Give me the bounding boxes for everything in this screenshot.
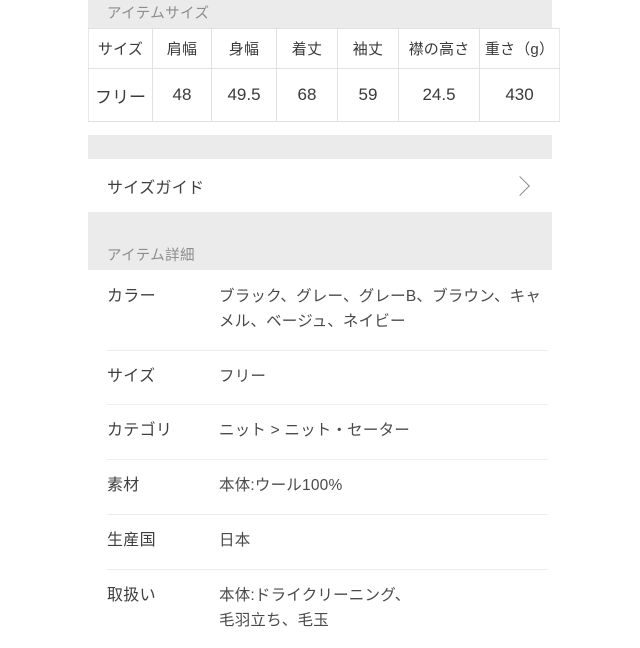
size-guide-row[interactable]: サイズガイド — [88, 159, 552, 212]
table-cell: 68 — [276, 68, 338, 122]
section-gap-band — [88, 135, 552, 159]
table-header-cell: 重さ（g） — [479, 28, 560, 69]
table-header-cell: 肩幅 — [152, 28, 212, 69]
table-header-cell: 袖丈 — [337, 28, 399, 69]
table-cell: 430 — [479, 68, 560, 122]
section-header-item-detail-label: アイテム詳細 — [107, 248, 195, 265]
item-size-table-head: サイズ 肩幅 身幅 着丈 袖丈 襟の高さ 重さ（g） — [88, 28, 560, 69]
detail-row: サイズ フリー — [88, 349, 552, 405]
detail-row-value: ニット > ニット・セーター — [219, 422, 410, 440]
table-cell: 48 — [152, 68, 212, 122]
table-header-cell: サイズ — [88, 28, 153, 69]
table-cell: 49.5 — [211, 68, 277, 122]
detail-row-label: カテゴリ — [107, 422, 173, 440]
detail-row: 素材 本体:ウール100% — [88, 459, 552, 514]
item-size-table: サイズ 肩幅 身幅 着丈 袖丈 襟の高さ 重さ（g） フリー 48 49.5 68 59 24.5 43… — [88, 28, 560, 122]
table-header-cell: 着丈 — [276, 28, 338, 69]
item-detail-list: カラー ブラック、グレー、グレーB、ブラウン、キャメル、ベージュ、ネイビーサイズ フ… — [88, 270, 552, 648]
table-header-row: サイズ 肩幅 身幅 着丈 袖丈 襟の高さ 重さ（g） — [88, 28, 560, 69]
detail-row-value: フリー — [219, 367, 267, 385]
table-header-cell: 襟の高さ — [398, 28, 480, 69]
detail-row-value: 本体:ウール100% — [219, 477, 343, 495]
detail-row-label: 取扱い — [107, 586, 156, 604]
section-header-item-size-label: アイテムサイズ — [107, 6, 210, 23]
item-size-table-body: フリー 48 49.5 68 59 24.5 430 — [88, 68, 560, 122]
table-header-cell: 身幅 — [211, 28, 277, 69]
detail-row: 取扱い 本体:ドライクリーニング、 毛羽立ち、毛玉 — [88, 568, 552, 648]
detail-row-value: 本体:ドライクリーニング、 毛羽立ち、毛玉 — [219, 586, 411, 629]
detail-row: カテゴリ ニット > ニット・セーター — [88, 404, 552, 460]
detail-row-label: カラー — [107, 288, 156, 305]
detail-row-value: ブラック、グレー、グレーB、ブラウン、キャメル、ベージュ、ネイビー — [219, 288, 542, 330]
chevron-right-icon — [510, 175, 530, 196]
table-cell: 24.5 — [398, 68, 480, 122]
section-header-item-size: アイテムサイズ — [88, 0, 552, 28]
detail-row: カラー ブラック、グレー、グレーB、ブラウン、キャメル、ベージュ、ネイビー — [88, 270, 552, 350]
table-cell: フリー — [88, 68, 153, 122]
product-detail-page: アイテムサイズ サイズ 肩幅 身幅 着丈 袖丈 襟の高さ 重さ（g） フリー 48 49.5 68… — [0, 0, 640, 648]
detail-row-label: 素材 — [107, 477, 140, 495]
item-size-table-wrapper: サイズ 肩幅 身幅 着丈 袖丈 襟の高さ 重さ（g） フリー 48 49.5 68 59 24.5 43… — [88, 28, 560, 122]
content-column: アイテムサイズ サイズ 肩幅 身幅 着丈 袖丈 襟の高さ 重さ（g） フリー 48 49.5 68… — [88, 0, 560, 648]
detail-row-label: サイズ — [107, 367, 156, 385]
section-header-item-detail: アイテム詳細 — [88, 212, 552, 270]
detail-row: 生産国 日本 — [88, 513, 552, 569]
size-guide-label: サイズガイド — [107, 179, 205, 197]
detail-row-label: 生産国 — [107, 531, 156, 549]
detail-row-value: 日本 — [219, 531, 251, 549]
table-cell: 59 — [337, 68, 399, 122]
table-row: フリー 48 49.5 68 59 24.5 430 — [88, 68, 560, 122]
